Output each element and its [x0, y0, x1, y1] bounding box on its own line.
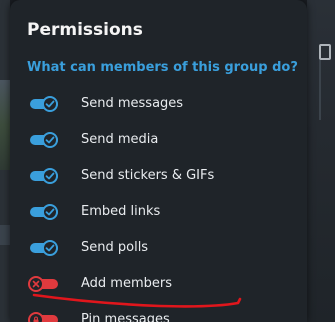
permission-row-send-messages[interactable]: Send messages [28, 92, 288, 116]
background-thumbnail [0, 225, 10, 245]
permission-label: Embed links [81, 204, 161, 219]
permission-row-add-members[interactable]: Add members [28, 272, 288, 296]
permission-row-embed-links[interactable]: Embed links [28, 200, 288, 224]
background-right-panel [307, 0, 335, 322]
add-members-toggle[interactable] [28, 276, 68, 292]
background-thumbnail [0, 80, 10, 170]
toggle-knob [42, 132, 58, 148]
toggle-knob [42, 168, 58, 184]
background-divider [319, 60, 321, 120]
permission-row-send-polls[interactable]: Send polls [28, 236, 288, 260]
send-media-toggle[interactable] [28, 132, 68, 148]
permission-row-pin-messages[interactable]: Pin messages [28, 308, 288, 322]
lock-icon [33, 316, 39, 322]
permission-row-send-stickers-gifs[interactable]: Send stickers & GIFs [28, 164, 288, 188]
check-icon [45, 208, 55, 216]
permission-label: Send messages [81, 96, 184, 111]
check-icon [45, 136, 55, 144]
permission-label: Pin messages [81, 312, 170, 322]
toggle-knob [42, 96, 58, 112]
permission-label: Send polls [81, 240, 149, 255]
dialog-title: Permissions [27, 20, 143, 40]
toggle-knob [28, 312, 44, 322]
permission-label: Send media [81, 132, 159, 147]
permission-label: Add members [81, 276, 172, 291]
toggle-knob [28, 276, 44, 292]
send-stickers-gifs-toggle[interactable] [28, 168, 68, 184]
embed-links-toggle[interactable] [28, 204, 68, 220]
send-messages-toggle[interactable] [28, 96, 68, 112]
check-icon [45, 172, 55, 180]
toggle-knob [42, 204, 58, 220]
check-icon [45, 100, 55, 108]
section-subtitle: What can members of this group do? [27, 60, 298, 75]
permission-label: Send stickers & GIFs [81, 168, 215, 183]
permissions-dialog: Permissions What can members of this gro… [10, 0, 307, 322]
permission-row-send-media[interactable]: Send media [28, 128, 288, 152]
cross-icon [32, 280, 40, 288]
send-polls-toggle[interactable] [28, 240, 68, 256]
background-left-panel [0, 0, 10, 322]
pin-messages-toggle[interactable] [28, 312, 68, 322]
check-icon [45, 244, 55, 252]
background-glyph-icon [319, 44, 331, 60]
toggle-knob [42, 240, 58, 256]
